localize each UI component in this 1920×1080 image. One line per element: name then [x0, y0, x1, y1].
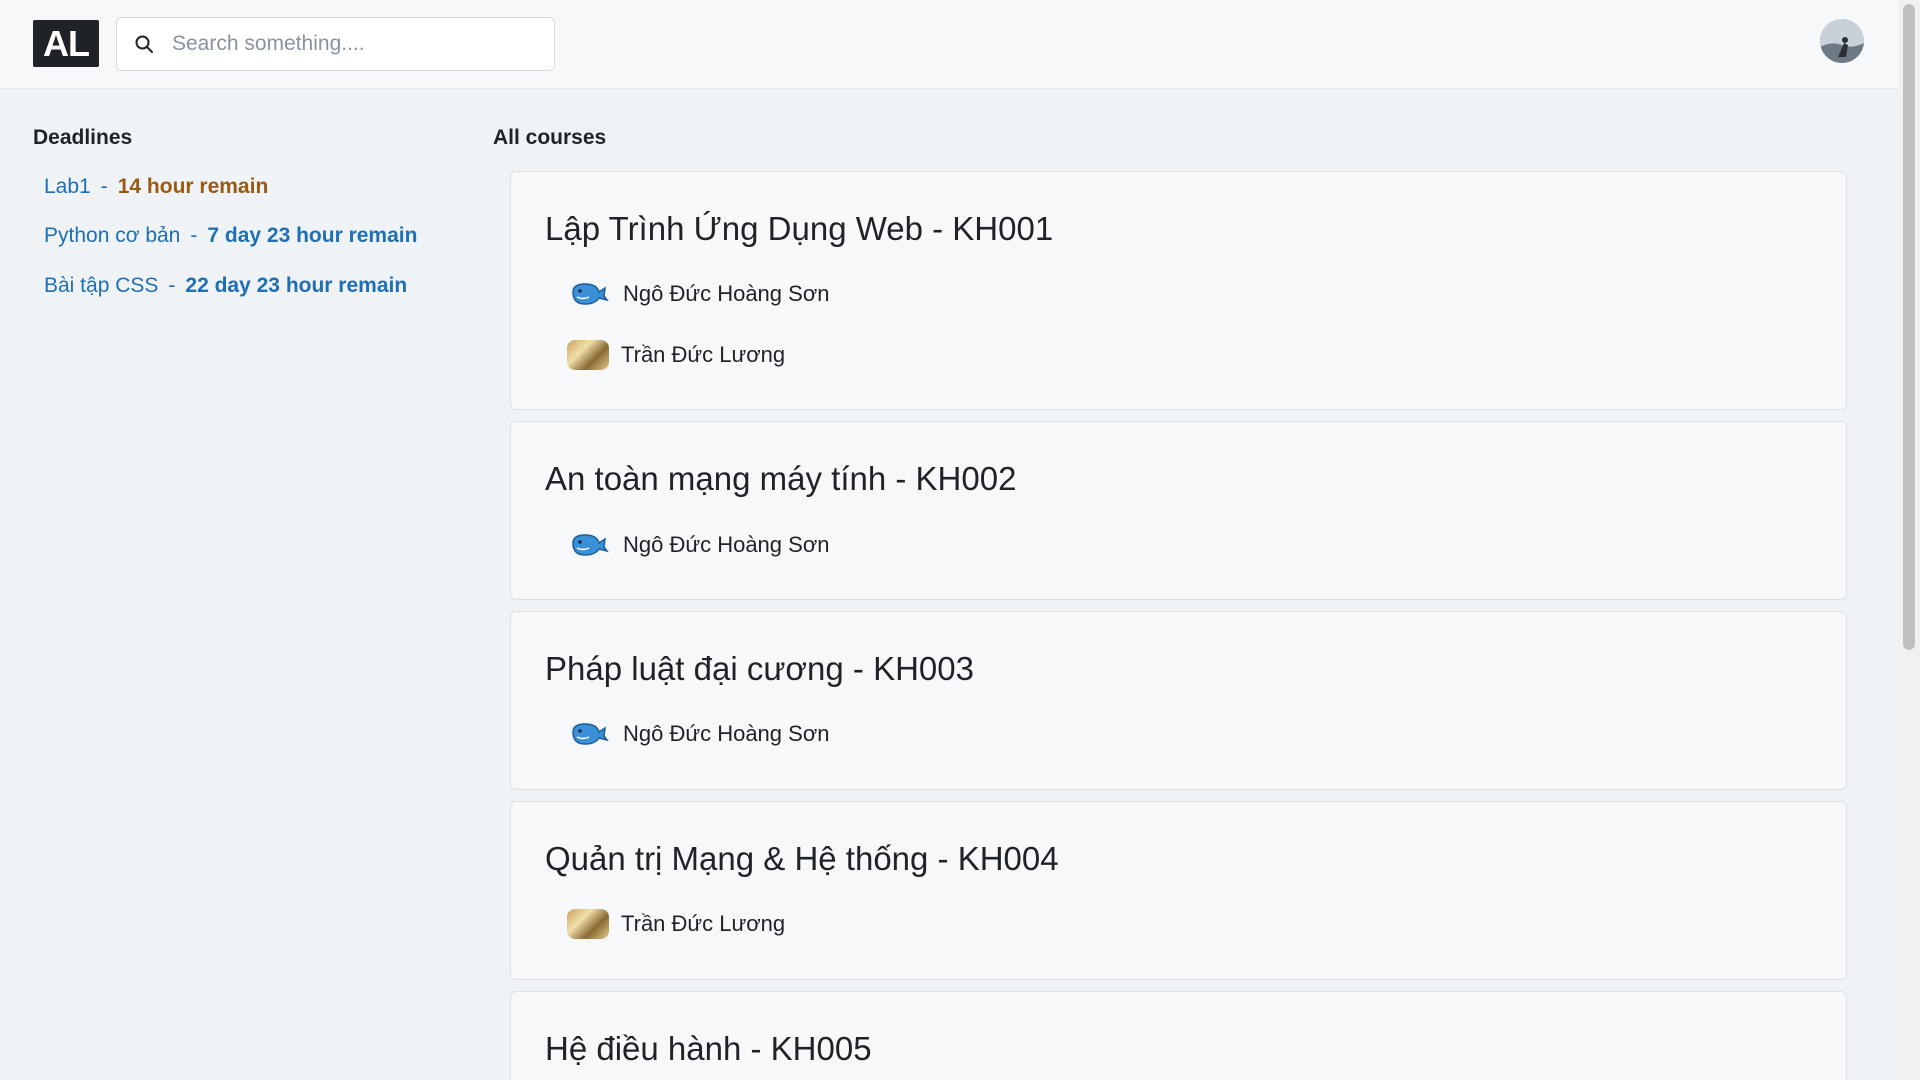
whale-icon — [567, 278, 611, 310]
course-teacher: Ngô Đức Hoàng Sơn — [567, 716, 829, 752]
teacher-photo-icon — [567, 909, 609, 939]
course-title[interactable]: An toàn mạng máy tính - KH002 — [545, 460, 1016, 498]
deadline-name[interactable]: Lab1 — [44, 175, 91, 198]
course-card[interactable]: Quản trị Mạng & Hệ thống - KH004 Trần Đứ… — [510, 801, 1847, 980]
course-title[interactable]: Pháp luật đại cương - KH003 — [545, 650, 974, 688]
deadline-separator: - — [168, 274, 176, 297]
course-teacher: Trần Đức Lương — [567, 906, 785, 942]
course-title[interactable]: Lập Trình Ứng Dụng Web - KH001 — [545, 210, 1053, 248]
course-teacher: Ngô Đức Hoàng Sơn — [567, 527, 829, 563]
teacher-name: Ngô Đức Hoàng Sơn — [623, 721, 830, 746]
deadline-name[interactable]: Bài tập CSS — [44, 274, 158, 297]
deadline-item[interactable]: Python cơ bản -7 day 23 hour remain — [44, 224, 417, 248]
deadline-remain: 22 day 23 hour remain — [185, 274, 408, 297]
deadline-item[interactable]: Lab1-14 hour remain — [44, 175, 268, 199]
deadline-remain: 7 day 23 hour remain — [207, 224, 418, 247]
course-card[interactable]: Pháp luật đại cương - KH003 Ngô Đức Hoàn… — [510, 611, 1847, 790]
teacher-name: Trần Đức Lương — [621, 911, 786, 936]
search-input[interactable] — [170, 31, 544, 57]
page-scrollbar[interactable] — [1898, 0, 1920, 1080]
whale-icon — [567, 718, 611, 750]
page: AL Deadlines Lab1-14 hour remain Python … — [0, 0, 1920, 1080]
deadlines-heading: Deadlines — [33, 126, 133, 149]
app-logo[interactable]: AL — [33, 20, 99, 67]
course-card[interactable]: An toàn mạng máy tính - KH002 Ngô Đức Ho… — [510, 421, 1847, 600]
deadline-remain: 14 hour remain — [117, 175, 269, 198]
course-title[interactable]: Quản trị Mạng & Hệ thống - KH004 — [545, 840, 1059, 878]
teacher-photo-icon — [567, 340, 609, 370]
all-courses-heading: All courses — [493, 126, 607, 149]
teacher-name: Ngô Đức Hoàng Sơn — [623, 532, 830, 557]
deadline-separator: - — [190, 224, 198, 247]
course-teacher: Ngô Đức Hoàng Sơn — [567, 276, 829, 312]
deadline-name[interactable]: Python cơ bản — [44, 224, 180, 247]
deadline-item[interactable]: Bài tập CSS -22 day 23 hour remain — [44, 274, 407, 298]
search-icon — [132, 32, 156, 56]
course-title[interactable]: Hệ điều hành - KH005 — [545, 1030, 872, 1068]
deadline-separator: - — [100, 175, 108, 198]
search-box[interactable] — [116, 17, 555, 71]
course-card[interactable]: Hệ điều hành - KH005 — [510, 991, 1847, 1080]
course-card[interactable]: Lập Trình Ứng Dụng Web - KH001 Ngô Đức H… — [510, 171, 1847, 410]
scrollbar-thumb[interactable] — [1903, 4, 1915, 650]
top-header: AL — [0, 0, 1898, 89]
teacher-name: Trần Đức Lương — [621, 342, 786, 367]
whale-icon — [567, 529, 611, 561]
course-teacher: Trần Đức Lương — [567, 337, 785, 373]
user-avatar[interactable] — [1820, 19, 1864, 63]
teacher-name: Ngô Đức Hoàng Sơn — [623, 281, 830, 306]
